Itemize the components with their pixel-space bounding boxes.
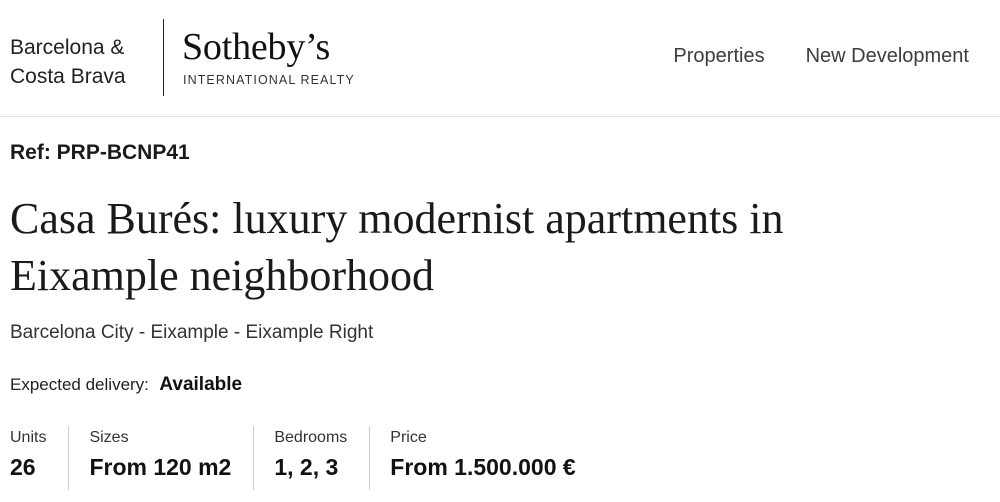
listing-title-line2: Eixample neighborhood [10, 251, 435, 300]
stat-sizes: Sizes From 120 m2 [68, 426, 253, 490]
site-header: Barcelona & Costa Brava Sotheby’s INTERN… [0, 0, 1000, 117]
listing-title: Casa Burés: luxury modernist apartments … [10, 190, 990, 304]
stat-units-label: Units [10, 429, 47, 446]
stat-sizes-value: From 120 m2 [89, 454, 232, 480]
brand-logo-name[interactable]: Sotheby’s [182, 26, 330, 68]
brand-region-line1: Barcelona & [10, 36, 125, 59]
stat-price: Price From 1.500.000 € [369, 426, 597, 490]
brand-region[interactable]: Barcelona & Costa Brava [10, 33, 126, 91]
listing-stats: Units 26 Sizes From 120 m2 Bedrooms 1, 2… [10, 426, 598, 490]
stat-units: Units 26 [10, 426, 68, 490]
stat-units-value: 26 [10, 454, 36, 480]
listing-title-line1: Casa Burés: luxury modernist apartments … [10, 194, 784, 243]
brand-logo-subtitle: INTERNATIONAL REALTY [183, 73, 355, 87]
stat-bedrooms-label: Bedrooms [274, 429, 348, 446]
delivery-info: Expected delivery: Available [10, 374, 242, 396]
listing-location: Barcelona City - Eixample - Eixample Rig… [10, 322, 374, 343]
brand-region-line2: Costa Brava [10, 65, 126, 88]
nav-properties-link[interactable]: Properties [673, 44, 764, 68]
listing-reference: Ref: PRP-BCNP41 [10, 141, 190, 164]
delivery-value: Available [159, 374, 243, 395]
brand-divider [163, 19, 164, 96]
stat-bedrooms: Bedrooms 1, 2, 3 [253, 426, 369, 490]
nav-new-development-link[interactable]: New Development [806, 44, 969, 68]
stat-sizes-label: Sizes [89, 429, 129, 446]
stat-price-value: From 1.500.000 € [390, 454, 576, 480]
stat-price-label: Price [390, 429, 427, 446]
main-nav: Properties New Development [673, 44, 969, 68]
delivery-label: Expected delivery: [10, 375, 149, 394]
stat-bedrooms-value: 1, 2, 3 [274, 454, 339, 480]
